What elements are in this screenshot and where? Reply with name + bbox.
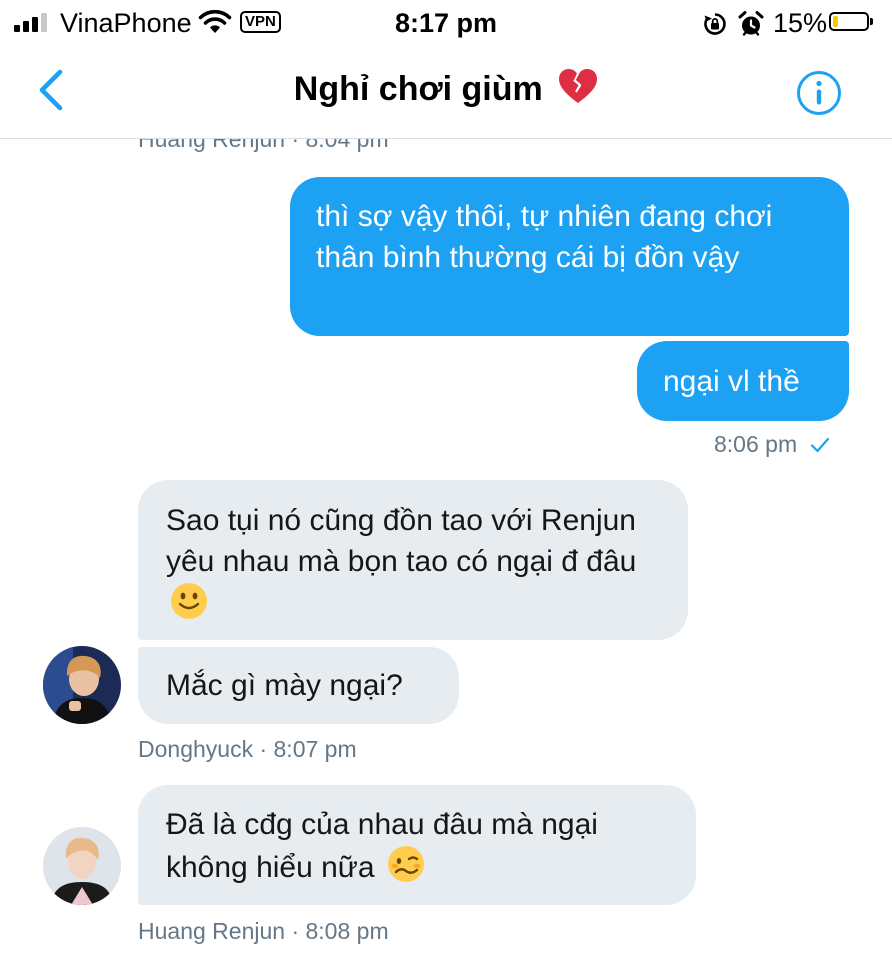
status-bar: VinaPhone VPN 8:17 pm 15% [0, 0, 892, 46]
broken-heart-icon [559, 69, 598, 103]
message-text: Mắc gì mày ngại? [166, 669, 403, 702]
woozy-face-emoji [387, 846, 424, 882]
message-meta: Donghyuck · 8:07 pm [138, 736, 357, 762]
alarm-icon [738, 11, 764, 36]
profile-photo-renjun [43, 827, 121, 905]
profile-photo-donghyuck [43, 646, 121, 724]
message-text: thì sợ vậy thôi, tự nhiên đang chơi thân… [316, 200, 773, 274]
incoming-message-bubble[interactable]: Đã là cđg của nhau đâu mà ngại không hiể… [138, 785, 696, 905]
orientation-lock-icon [704, 13, 726, 35]
message-meta: Huang Renjun · 8:08 pm [138, 918, 389, 944]
outgoing-message-bubble[interactable]: thì sợ vậy thôi, tự nhiên đang chơi thân… [290, 177, 849, 336]
check-icon [810, 437, 829, 453]
message-timestamp: 8:06 pm [714, 431, 798, 457]
incoming-message-bubble[interactable]: Sao tụi nó cũng đồn tao với Renjun yêu n… [138, 480, 688, 640]
slightly-smiling-face-emoji [171, 583, 207, 619]
conversation-header: Nghỉ chơi giùm [0, 46, 892, 139]
conversation-name: Nghỉ chơi giùm [293, 70, 543, 108]
battery-icon [829, 12, 873, 31]
avatar[interactable] [43, 646, 121, 724]
outgoing-message-bubble[interactable]: ngại vl thề [637, 341, 849, 421]
avatar[interactable] [43, 827, 121, 905]
message-text: Sao tụi nó cũng đồn tao với Renjun yêu n… [166, 504, 637, 578]
message-text: Đã là cđg của nhau đâu mà ngại không hiể… [166, 808, 598, 884]
battery-percent: 15% [773, 8, 828, 38]
info-button[interactable] [796, 70, 842, 116]
info-icon [797, 71, 841, 115]
page-title[interactable]: Nghỉ chơi giùm [0, 68, 892, 109]
message-meta: 8:06 pm [714, 431, 830, 458]
message-text: ngại vl thề [663, 365, 800, 398]
incoming-message-bubble[interactable]: Mắc gì mày ngại? [138, 647, 459, 724]
